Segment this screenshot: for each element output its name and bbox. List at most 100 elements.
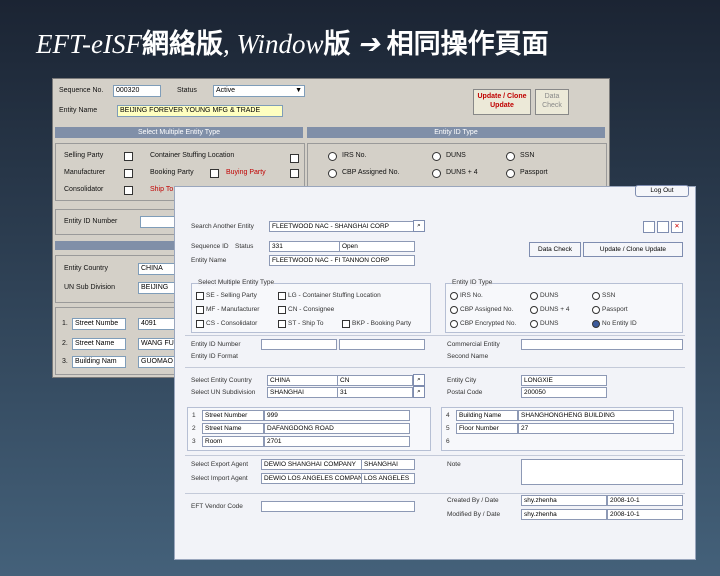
duns-radio[interactable] — [530, 292, 538, 300]
consolidator-checkbox[interactable] — [124, 186, 133, 195]
commercial-entity-input[interactable] — [521, 339, 683, 350]
buying-party-checkbox[interactable] — [290, 169, 299, 178]
print-icon[interactable] — [657, 221, 669, 233]
address-type-select[interactable]: Room — [202, 436, 264, 447]
container-stuffing-checkbox[interactable] — [290, 154, 299, 163]
subdivision-input[interactable]: BEIJING — [138, 282, 176, 294]
modified-date-field: 2008-10-1 — [607, 509, 683, 520]
entity-id-extra-input[interactable] — [339, 339, 425, 350]
address-value-input[interactable]: 999 — [264, 410, 410, 421]
address-value-input[interactable]: 4091 — [138, 318, 176, 330]
duns-radio[interactable] — [432, 152, 441, 161]
import-agent-city[interactable]: LOS ANGELES — [361, 473, 415, 484]
status-label: Status — [177, 87, 197, 94]
address-header — [55, 241, 175, 250]
save-icon[interactable] — [643, 221, 655, 233]
modified-by-field: shy.zhenha — [521, 509, 607, 520]
city-input[interactable]: LONGXIE — [521, 375, 607, 386]
cbp-encrypted-radio[interactable] — [450, 320, 458, 328]
address-type-select[interactable]: Street Numbe — [72, 318, 126, 330]
manufacturer-checkbox[interactable] — [124, 169, 133, 178]
selling-party-checkbox[interactable] — [124, 152, 133, 161]
entity-name-input[interactable]: BEIJING FOREVER YOUNG MFG & TRADE — [117, 105, 283, 117]
irs-radio[interactable] — [328, 152, 337, 161]
address-value-input[interactable]: GUOMAO — [138, 356, 176, 368]
divider — [185, 455, 685, 456]
passport-radio[interactable] — [506, 169, 515, 178]
divider — [185, 493, 685, 494]
multi-entity-group: Select Multiple Entity Type SE - Selling… — [191, 279, 431, 333]
status-input[interactable]: Open — [339, 241, 415, 252]
address-type-select[interactable]: Street Number — [202, 410, 264, 421]
no-entity-id-radio[interactable] — [592, 320, 600, 328]
address-type-select[interactable]: Street Name — [202, 423, 264, 434]
logout-button[interactable]: Log Out — [635, 185, 689, 197]
entity-name-label: Entity Name — [59, 107, 98, 114]
address-value-input[interactable]: DAFANGDONG ROAD — [264, 423, 410, 434]
search-entity-input[interactable]: FLEETWOOD NAC - SHANGHAI CORP — [269, 221, 415, 232]
divider — [185, 367, 685, 368]
ssn-radio[interactable] — [592, 292, 600, 300]
entity-name-input[interactable]: FLEETWOOD NAC - FI TANNON CORP — [269, 255, 415, 266]
subdivision-code-input[interactable]: 31 — [337, 387, 413, 398]
irs-radio[interactable] — [450, 292, 458, 300]
entity-id-type-group: Entity ID Type IRS No. DUNS SSN CBP Assi… — [445, 279, 683, 333]
cn-checkbox[interactable] — [278, 306, 286, 314]
status-select[interactable]: Active ▼ — [213, 85, 305, 97]
cbp-radio[interactable] — [328, 169, 337, 178]
postal-code-input[interactable]: 200050 — [521, 387, 607, 398]
passport-radio[interactable] — [592, 306, 600, 314]
created-date-field: 2008-10-1 — [607, 495, 683, 506]
ssn-radio[interactable] — [506, 152, 515, 161]
vendor-code-input[interactable] — [261, 501, 415, 512]
slide-title: EFT-eISF網絡版, Window版 ➔ 相同操作頁面 — [36, 29, 549, 59]
export-agent-input[interactable]: DEWIO SHANGHAI COMPANY — [261, 459, 363, 470]
sequence-id-input[interactable]: 331 — [269, 241, 341, 252]
entity-id-group: Entity ID Number — [55, 209, 177, 235]
address-type-select[interactable]: Building Name — [456, 410, 518, 421]
export-agent-city[interactable]: SHANGHAI — [361, 459, 415, 470]
search-icon[interactable]: ⌕ — [413, 374, 425, 386]
address-type-select[interactable]: Floor Number — [456, 423, 518, 434]
se-checkbox[interactable] — [196, 292, 204, 300]
address-value-input[interactable]: 27 — [518, 423, 674, 434]
subdivision-input[interactable]: SHANGHAI — [267, 387, 339, 398]
lg-checkbox[interactable] — [278, 292, 286, 300]
duns-alt-radio[interactable] — [530, 320, 538, 328]
data-check-button[interactable]: Data Check — [535, 89, 569, 115]
sequence-input[interactable]: 000320 — [113, 85, 161, 97]
search-icon[interactable]: ⌕ — [413, 220, 425, 232]
update-clone-button[interactable]: Update / Clone Update — [473, 89, 531, 115]
multi-entity-header: Select Multiple Entity Type — [55, 127, 303, 138]
address-value-input[interactable]: WANG FU — [138, 338, 176, 350]
country-input[interactable]: CHINA — [267, 375, 339, 386]
bkp-checkbox[interactable] — [342, 320, 350, 328]
mf-checkbox[interactable] — [196, 306, 204, 314]
duns4-radio[interactable] — [530, 306, 538, 314]
created-by-field: shy.zhenha — [521, 495, 607, 506]
country-code-input[interactable]: CN — [337, 375, 413, 386]
close-icon[interactable]: ✕ — [671, 221, 683, 233]
address-type-select[interactable]: Building Nam — [72, 356, 126, 368]
sequence-label: Sequence No. — [59, 87, 104, 94]
booking-party-checkbox[interactable] — [210, 169, 219, 178]
entity-id-number-input[interactable] — [261, 339, 337, 350]
import-agent-input[interactable]: DEWIO LOS ANGELES COMPAN — [261, 473, 363, 484]
divider — [185, 335, 685, 336]
data-check-button[interactable]: Data Check — [529, 242, 581, 257]
address-left-group: 1 Street Number 999 2 Street Name DAFANG… — [187, 407, 431, 451]
cs-checkbox[interactable] — [196, 320, 204, 328]
country-input[interactable]: CHINA — [138, 263, 176, 275]
windows-version-window: Log Out Search Another Entity FLEETWOOD … — [174, 185, 696, 560]
address-type-select[interactable]: Street Name — [72, 338, 126, 350]
st-checkbox[interactable] — [278, 320, 286, 328]
duns4-radio[interactable] — [432, 169, 441, 178]
entity-id-input[interactable] — [140, 216, 176, 228]
address-value-input[interactable]: 2701 — [264, 436, 410, 447]
update-clone-button[interactable]: Update / Clone Update — [583, 242, 683, 257]
note-textarea[interactable] — [521, 459, 683, 485]
address-group: 1. Street Numbe 4091 2. Street Name WANG… — [55, 307, 177, 375]
cbp-radio[interactable] — [450, 306, 458, 314]
search-icon[interactable]: ⌕ — [413, 386, 425, 398]
address-value-input[interactable]: SHANGHONGHENG BUILDING — [518, 410, 674, 421]
